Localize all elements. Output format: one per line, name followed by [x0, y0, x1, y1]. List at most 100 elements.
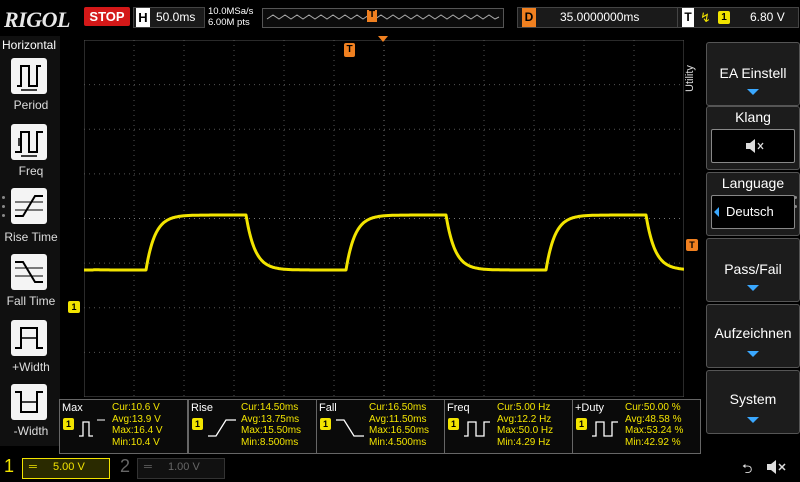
sidebar-item-label: -Width — [13, 424, 49, 438]
rise-time-icon — [208, 419, 236, 437]
fall-time-icon — [336, 419, 364, 437]
memory-position-bar[interactable]: T — [262, 8, 504, 28]
rigol-logo: RIGOL — [4, 7, 70, 32]
measurement-freq[interactable]: Freq 1 Cur:5.00 Hz Avg:12.2 Hz Max:50.0 H… — [444, 399, 573, 454]
sidebar-item-label: Period — [13, 98, 49, 112]
sidebar-item-fall-time[interactable]: Fall Time — [0, 252, 60, 312]
menu-item-label: Aufzeichnen — [714, 325, 792, 341]
io-settings-button[interactable]: EA Einstell — [706, 42, 800, 106]
trigger-level-marker[interactable]: T — [686, 239, 698, 251]
trigger-level-value: 6.80 V — [750, 10, 785, 24]
waveform-display[interactable] — [84, 40, 684, 397]
memory-trigger-marker: T — [369, 9, 376, 20]
measurement-channel: 1 — [192, 418, 203, 430]
menu-item-label: Language — [721, 175, 785, 191]
ch2-scale: 1.00 V — [168, 461, 200, 473]
sidebar-item-label: Rise Time — [4, 230, 58, 244]
measurement-channel: 1 — [320, 418, 331, 430]
chevron-down-icon — [747, 351, 759, 357]
freq-icon — [464, 421, 490, 437]
speaker-mute-icon — [764, 458, 788, 481]
menu-item-label: System — [729, 391, 777, 407]
rise-time-icon — [11, 188, 47, 224]
trigger-label: T — [682, 8, 694, 27]
trigger-source: 1 — [718, 11, 730, 24]
usb-icon: ⮌ — [742, 461, 753, 476]
ch1-scale: 5.00 V — [53, 461, 85, 473]
measurement-max[interactable]: Max 1 Cur:10.6 V Avg:13.9 V Max:16.4 V Min… — [59, 399, 188, 454]
menu-item-label: Pass/Fail — [724, 261, 782, 277]
sidebar-item-freq[interactable]: Freq — [0, 122, 60, 182]
measurement-values: Cur:16.50ms Avg:11.50ms Max:16.50ms Min:4.… — [369, 402, 430, 448]
sidebar-item-pos-width[interactable]: +Width — [0, 318, 60, 378]
measurement-values: Cur:5.00 Hz Avg:12.2 Hz Max:50.0 Hz Min:4.… — [497, 402, 554, 448]
measurement-name: Fall — [319, 402, 337, 414]
delay-box[interactable]: D 35.0000000ms — [517, 7, 696, 28]
trigger-marker[interactable]: T — [344, 43, 355, 57]
memory-depth: 6.00M pts — [208, 17, 250, 28]
delay-label: D — [522, 8, 536, 27]
sidebar-item-neg-width[interactable]: -Width — [0, 382, 60, 442]
pos-width-icon — [11, 320, 47, 356]
measurement-channel: 1 — [576, 418, 587, 430]
softkey-menu: EA Einstell Klang Language Deutsch Pass/… — [704, 36, 800, 456]
measurement-values: Cur:50.00 % Avg:48.58 % Max:53.24 % Min:42… — [625, 402, 684, 448]
measurement-values: Cur:10.6 V Avg:13.9 V Max:16.4 V Min:10.4 … — [112, 402, 163, 448]
measurement-rise[interactable]: Rise 1 Cur:14.50ms Avg:13.75ms Max:15.50m… — [188, 399, 317, 454]
ch2-number[interactable]: 2 — [120, 456, 130, 477]
trigger-box[interactable]: T ↯ 1 6.80 V — [677, 7, 799, 28]
measurement-pos-duty[interactable]: +Duty 1 Cur:50.00 % Avg:48.58 % Max:53.24… — [572, 399, 701, 454]
record-button[interactable]: Aufzeichnen — [706, 304, 800, 368]
measurement-name: Rise — [191, 402, 214, 414]
sample-rate: 10.0MSa/s — [208, 6, 254, 17]
language-button[interactable]: Language Deutsch — [706, 172, 800, 236]
dc-coupling-icon: ═ — [29, 461, 37, 473]
acquisition-info: 10.0MSa/s 6.00M pts — [208, 6, 253, 28]
timebase-box[interactable]: H 50.0ms — [133, 7, 205, 28]
speaker-mute-icon — [711, 129, 795, 163]
measurement-name: +Duty — [575, 402, 605, 414]
duty-cycle-icon — [592, 421, 618, 437]
measurement-channel: 1 — [448, 418, 459, 430]
delay-value: 35.0000000ms — [560, 10, 640, 24]
max-icon — [79, 419, 105, 437]
rising-edge-icon: ↯ — [700, 10, 711, 25]
pass-fail-button[interactable]: Pass/Fail — [706, 238, 800, 302]
chevron-down-icon — [747, 417, 759, 423]
ch1-number[interactable]: 1 — [4, 456, 14, 477]
chevron-down-icon — [747, 89, 759, 95]
sound-button[interactable]: Klang — [706, 106, 800, 170]
fall-time-icon — [11, 254, 47, 290]
menu-item-label: EA Einstell — [719, 65, 787, 81]
ch1-waveform — [84, 213, 684, 272]
menu-scroll-indicator — [794, 196, 798, 208]
ch1-scale-box[interactable]: ═ 5.00 V — [22, 458, 110, 479]
sidebar-item-label: Freq — [18, 164, 44, 178]
system-button[interactable]: System — [706, 370, 800, 434]
language-value: Deutsch — [726, 204, 774, 219]
memory-waveform-icon — [266, 10, 500, 22]
sidebar-scroll-indicator — [2, 196, 6, 217]
horizontal-label: H — [136, 8, 150, 27]
trigger-position-arrow — [378, 36, 388, 42]
period-icon — [11, 58, 47, 94]
measurement-fall[interactable]: Fall 1 Cur:16.50ms Avg:11.50ms Max:16.50m… — [316, 399, 445, 454]
sidebar-item-label: Fall Time — [6, 294, 56, 308]
measurement-name: Max — [62, 402, 83, 414]
menu-item-label: Klang — [735, 109, 771, 125]
ch1-ground-marker[interactable]: 1 — [68, 301, 80, 313]
language-selector[interactable]: Deutsch — [711, 195, 795, 229]
sidebar-title: Horizontal — [2, 38, 57, 52]
freq-icon — [11, 124, 47, 160]
measurement-channel: 1 — [63, 418, 74, 430]
sidebar-item-label: +Width — [12, 360, 50, 374]
measurement-name: Freq — [447, 402, 470, 414]
timebase-value: 50.0ms — [156, 10, 196, 24]
sidebar-item-rise-time[interactable]: Rise Time — [0, 186, 60, 246]
dc-coupling-icon: ═ — [144, 461, 152, 473]
chevron-left-icon — [714, 207, 719, 217]
run-stop-indicator[interactable]: STOP — [84, 7, 130, 26]
sidebar-item-period[interactable]: Period — [0, 56, 60, 116]
chevron-down-icon — [747, 285, 759, 291]
ch2-scale-box[interactable]: ═ 1.00 V — [137, 458, 225, 479]
